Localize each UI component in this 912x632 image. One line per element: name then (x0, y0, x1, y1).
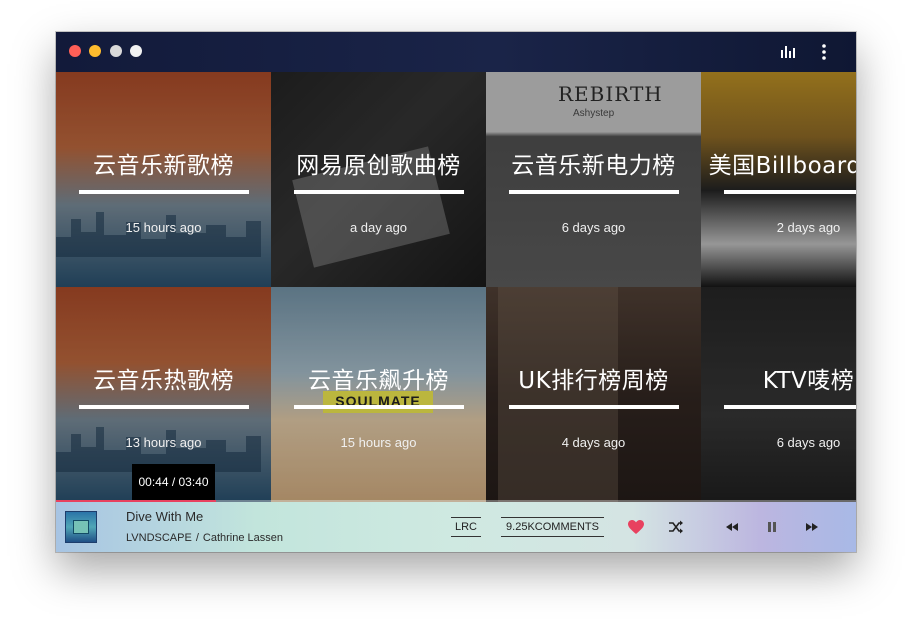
title-bar (56, 32, 856, 72)
chart-tile[interactable]: 云音乐新歌榜 15 hours ago (56, 72, 271, 287)
song-title[interactable]: Dive With Me (126, 509, 203, 524)
chart-tile[interactable]: UK排行榜周榜 4 days ago (486, 287, 701, 502)
previous-track-icon[interactable] (722, 517, 742, 537)
chart-updated-time: a day ago (349, 220, 408, 235)
chart-title: 云音乐新电力榜 (511, 153, 676, 179)
title-underline (509, 405, 679, 409)
next-track-icon[interactable] (802, 517, 822, 537)
artist-link[interactable]: LVNDSCAPE (126, 532, 192, 544)
pause-icon[interactable] (762, 517, 782, 537)
title-underline (294, 190, 464, 194)
title-underline (724, 190, 856, 194)
chart-grid: 云音乐新歌榜 15 hours ago 网易原创歌曲榜 a day ago RE… (56, 72, 856, 502)
app-window: 云音乐新歌榜 15 hours ago 网易原创歌曲榜 a day ago RE… (56, 32, 856, 552)
extra-window-button[interactable] (130, 45, 142, 57)
album-cover[interactable] (65, 511, 97, 543)
more-vertical-icon[interactable] (814, 42, 834, 62)
title-underline (79, 190, 249, 194)
chart-updated-time: 6 days ago (776, 435, 841, 450)
chart-tile[interactable]: 美国Billboard周榜 2 days ago (701, 72, 856, 287)
chart-updated-time: 2 days ago (776, 220, 841, 235)
close-window-button[interactable] (69, 45, 81, 57)
chart-title: 云音乐热歌榜 (93, 368, 234, 394)
time-tooltip: 00:44 / 03:40 (132, 464, 215, 500)
title-underline (509, 190, 679, 194)
chart-tile[interactable]: KTV唛榜 6 days ago (701, 287, 856, 502)
chart-tile[interactable]: 网易原创歌曲榜 a day ago (271, 72, 486, 287)
title-underline (294, 405, 464, 409)
bar-chart-icon[interactable] (778, 42, 798, 62)
artist-separator: / (195, 532, 199, 544)
artist-line: LVNDSCAPE / Cathrine Lassen (126, 532, 283, 544)
chart-title: 网易原创歌曲榜 (296, 153, 461, 179)
chart-updated-time: 15 hours ago (125, 220, 202, 235)
chart-title: 云音乐新歌榜 (93, 153, 234, 179)
zoom-window-button[interactable] (110, 45, 122, 57)
minimize-window-button[interactable] (89, 45, 101, 57)
chart-title: KTV唛榜 (762, 368, 855, 394)
chart-title: 云音乐飙升榜 (308, 368, 449, 394)
chart-updated-time: 6 days ago (561, 220, 626, 235)
title-underline (79, 405, 249, 409)
chart-updated-time: 4 days ago (561, 435, 626, 450)
chart-title: UK排行榜周榜 (518, 368, 669, 394)
chart-tile[interactable]: REBIRTH Ashystep 云音乐新电力榜 6 days ago (486, 72, 701, 287)
player-bar: Dive With Me LVNDSCAPE / Cathrine Lassen L… (56, 502, 856, 552)
shuffle-icon[interactable] (666, 517, 686, 537)
comments-button[interactable]: 9.25KCOMMENTS (501, 517, 604, 537)
chart-updated-time: 15 hours ago (340, 435, 417, 450)
chart-title: 美国Billboard周榜 (708, 153, 856, 179)
artist-link[interactable]: Cathrine Lassen (203, 532, 283, 544)
album-cover-art (73, 520, 89, 534)
chart-updated-time: 13 hours ago (125, 435, 202, 450)
chart-tile[interactable]: SOULMATE 云音乐飙升榜 15 hours ago (271, 287, 486, 502)
lyrics-button[interactable]: LRC (451, 517, 481, 537)
heart-icon[interactable] (626, 517, 646, 537)
title-underline (724, 405, 856, 409)
